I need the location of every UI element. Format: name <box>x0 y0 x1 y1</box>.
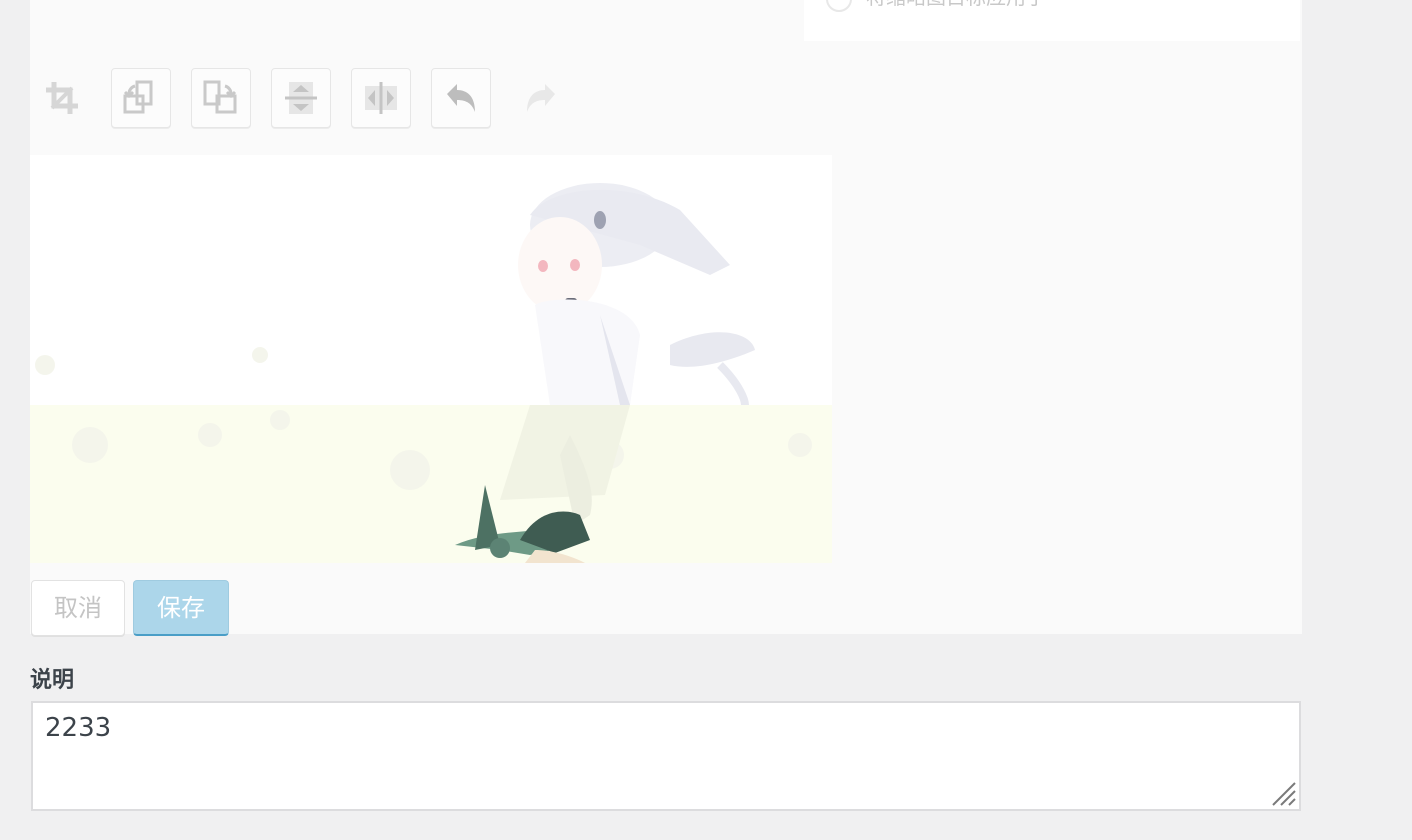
undo-icon <box>447 84 475 112</box>
save-button[interactable]: 保存 <box>133 580 229 636</box>
resize-handle-icon[interactable] <box>1271 781 1297 807</box>
anime-girl-image <box>30 155 832 563</box>
crop-icon <box>46 82 78 114</box>
redo-button[interactable] <box>511 68 571 128</box>
rotate-left-button[interactable] <box>111 68 171 128</box>
apply-to-label: 将缩略图目标应用于 <box>866 0 1166 8</box>
undo-button[interactable] <box>431 68 491 128</box>
rotate-left-icon <box>123 80 153 114</box>
description-label: 说明 <box>30 668 75 693</box>
description-value: 2233 <box>45 713 112 743</box>
thumbnail-settings-box: 将缩略图目标应用于 <box>804 0 1300 41</box>
cancel-button[interactable]: 取消 <box>31 580 125 636</box>
rotate-right-icon <box>203 80 237 114</box>
apply-to-radio[interactable] <box>826 0 852 12</box>
redo-icon <box>527 84 555 112</box>
description-textarea[interactable]: 2233 <box>31 701 1301 811</box>
flip-vertical-button[interactable] <box>271 68 331 128</box>
flip-vertical-icon <box>285 82 317 114</box>
crop-button[interactable] <box>32 68 92 128</box>
flip-horizontal-icon <box>365 82 397 114</box>
flip-horizontal-button[interactable] <box>351 68 411 128</box>
image-preview <box>30 155 832 563</box>
rotate-right-button[interactable] <box>191 68 251 128</box>
